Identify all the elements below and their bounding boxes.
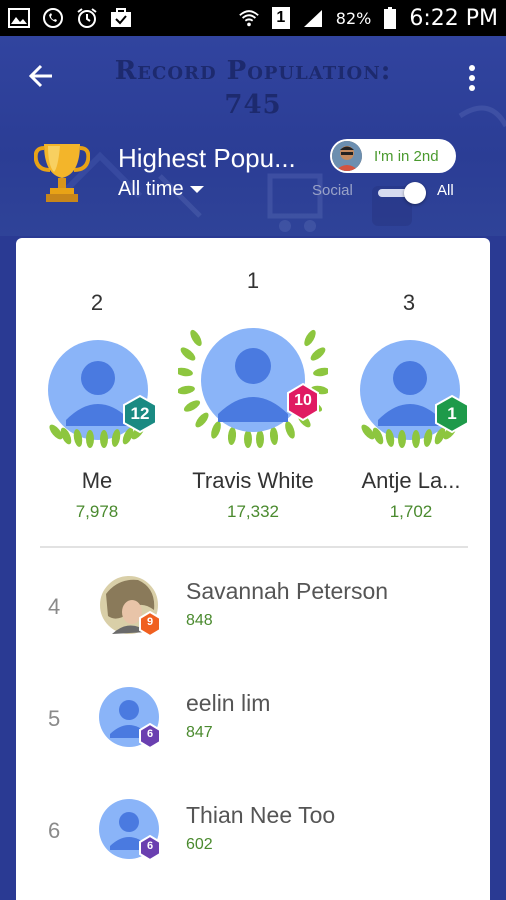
podium-name: Antje La...: [361, 468, 461, 493]
period-label: All time: [118, 178, 184, 200]
battery-icon: [383, 7, 397, 29]
more-options-icon[interactable]: [460, 62, 484, 94]
alarm-icon: [76, 8, 98, 28]
signal-icon: [302, 8, 324, 28]
list-item[interactable]: 4 9 Savannah Peterson 848: [16, 564, 490, 676]
level-badge: 6: [146, 840, 154, 852]
dropdown-caret-icon: [189, 186, 204, 193]
period-dropdown[interactable]: All time: [118, 178, 204, 201]
podium-first[interactable]: 1 10 Travis White 17,332: [172, 238, 334, 538]
podium-third[interactable]: 3 1 Antje La... 1,702: [346, 238, 476, 538]
briefcase-check-icon: [110, 8, 132, 28]
list-score: 847: [186, 724, 213, 741]
my-rank-chip[interactable]: I'm in 2nd: [330, 139, 456, 173]
level-badge: 12: [130, 404, 150, 423]
podium-score: 7,978: [75, 502, 119, 521]
record-population-label: Record Population:: [114, 56, 392, 86]
avatar: 6: [98, 798, 161, 862]
my-rank-text: I'm in 2nd: [374, 147, 439, 165]
list-rank: 5: [48, 706, 61, 731]
social-label: Social: [312, 182, 353, 199]
list-name: Thian Nee Too: [186, 802, 336, 828]
record-population-value: 745: [224, 90, 282, 120]
avatar: 6: [98, 686, 161, 750]
whatsapp-icon: [42, 8, 64, 28]
social-all-toggle[interactable]: [374, 179, 430, 207]
all-label: All: [437, 182, 454, 199]
level-badge: 10: [294, 392, 312, 409]
level-badge: 1: [447, 404, 457, 423]
wifi-icon: [238, 8, 260, 28]
trophy-icon: [33, 140, 91, 204]
podium-position: 2: [90, 290, 104, 315]
avatar: 10: [175, 318, 331, 448]
toggle-knob: [404, 182, 426, 204]
clock: 6:22 PM: [409, 5, 498, 31]
podium: 2 12 Me 7,978 1 10 Travis White 17,332 3…: [16, 238, 490, 538]
status-bar: 1 82% 6:22 PM: [0, 0, 506, 36]
podium-second[interactable]: 2 12 Me 7,978: [32, 238, 162, 538]
sim-icon: 1: [271, 7, 290, 29]
leaderboard-title: Highest Popu...: [118, 143, 296, 173]
avatar: 12: [46, 338, 157, 454]
list-score: 848: [186, 612, 213, 629]
battery-percent: 82%: [335, 8, 372, 28]
avatar: 1: [358, 338, 476, 454]
leaderboard-header: Record Population: 745 Highest Popu... A…: [0, 36, 506, 236]
image-icon: [8, 8, 30, 28]
podium-score: 17,332: [227, 502, 279, 521]
my-avatar: [332, 141, 362, 171]
level-badge: 6: [146, 728, 154, 740]
podium-name: Me: [81, 468, 113, 493]
podium-position: 3: [402, 290, 416, 315]
list-score: 602: [186, 836, 213, 853]
level-badge: 9: [146, 616, 154, 628]
list-name: eelin lim: [186, 690, 271, 716]
list-name: Savannah Peterson: [186, 578, 389, 604]
list-item[interactable]: 6 6 Thian Nee Too 602: [16, 788, 490, 900]
podium-position: 1: [246, 268, 260, 293]
record-population-title: Record Population: 745: [0, 54, 506, 122]
podium-name: Travis White: [192, 468, 314, 493]
divider: [40, 546, 468, 548]
list-rank: 4: [48, 594, 61, 619]
avatar: 9: [98, 574, 161, 638]
list-item[interactable]: 5 6 eelin lim 847: [16, 676, 490, 788]
podium-score: 1,702: [389, 502, 433, 521]
sim-number: 1: [271, 7, 290, 29]
leaderboard-card: 2 12 Me 7,978 1 10 Travis White 17,332 3…: [16, 238, 490, 900]
list-rank: 6: [48, 818, 61, 843]
